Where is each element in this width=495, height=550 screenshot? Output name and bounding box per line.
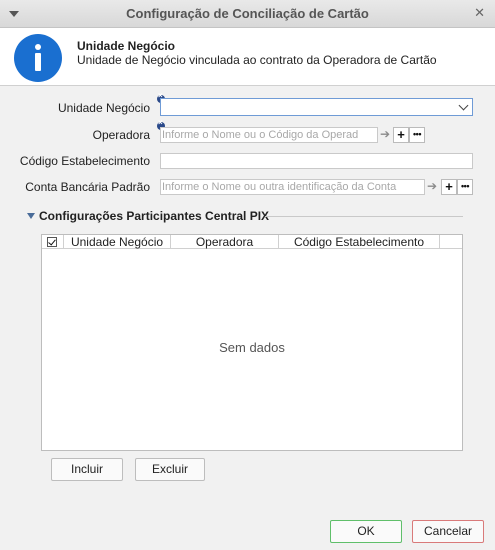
window-titlebar: Configuração de Conciliação de Cartão ✕ bbox=[0, 0, 495, 28]
dialog-header: Unidade Negócio Unidade de Negócio vincu… bbox=[0, 28, 495, 86]
conta-bancaria-label: Conta Bancária Padrão bbox=[25, 180, 150, 194]
more-conta-button[interactable]: ••• bbox=[457, 179, 473, 195]
participants-grid[interactable]: Unidade Negócio Operadora Código Estabel… bbox=[41, 234, 463, 451]
column-header-unidade[interactable]: Unidade Negócio bbox=[64, 235, 171, 249]
column-header-codigo[interactable]: Código Estabelecimento bbox=[279, 235, 440, 249]
excluir-button[interactable]: Excluir bbox=[135, 458, 205, 481]
conta-bancaria-input[interactable]: Informe o Nome ou outra identificação da… bbox=[160, 179, 425, 195]
window-title: Configuração de Conciliação de Cartão bbox=[126, 6, 369, 21]
ok-button[interactable]: OK bbox=[330, 520, 402, 543]
column-header-operadora[interactable]: Operadora bbox=[171, 235, 279, 249]
codigo-estabelecimento-field[interactable] bbox=[160, 153, 473, 169]
unidade-negocio-select[interactable] bbox=[160, 98, 473, 116]
collapse-triangle-icon[interactable] bbox=[27, 213, 35, 219]
operadora-input[interactable]: Informe o Nome ou o Código da Operad bbox=[160, 127, 378, 143]
close-icon[interactable]: ✕ bbox=[474, 5, 485, 21]
cancel-button[interactable]: Cancelar bbox=[412, 520, 484, 543]
section-title[interactable]: Configurações Participantes Central PIX bbox=[39, 209, 269, 223]
more-operadora-button[interactable]: ••• bbox=[409, 127, 425, 143]
incluir-button[interactable]: Incluir bbox=[51, 458, 123, 481]
header-title: Unidade Negócio bbox=[77, 39, 176, 53]
arrow-right-icon[interactable]: ➔ bbox=[378, 127, 392, 143]
select-all-cell[interactable] bbox=[42, 235, 64, 249]
chevron-down-icon[interactable] bbox=[458, 100, 469, 111]
codigo-estabelecimento-label: Código Estabelecimento bbox=[19, 154, 150, 168]
grid-header: Unidade Negócio Operadora Código Estabel… bbox=[42, 235, 462, 249]
operadora-label: Operadora bbox=[92, 128, 150, 142]
add-conta-button[interactable]: + bbox=[441, 179, 457, 195]
empty-state-text: Sem dados bbox=[219, 340, 285, 355]
header-subtitle: Unidade de Negócio vinculada ao contrato… bbox=[77, 53, 437, 67]
add-operadora-button[interactable]: + bbox=[393, 127, 409, 143]
unidade-negocio-label: Unidade Negócio bbox=[57, 101, 150, 115]
arrow-right-icon[interactable]: ➔ bbox=[425, 179, 439, 195]
info-icon bbox=[14, 34, 62, 82]
section-divider bbox=[265, 216, 463, 217]
select-all-checkbox[interactable] bbox=[47, 237, 57, 247]
